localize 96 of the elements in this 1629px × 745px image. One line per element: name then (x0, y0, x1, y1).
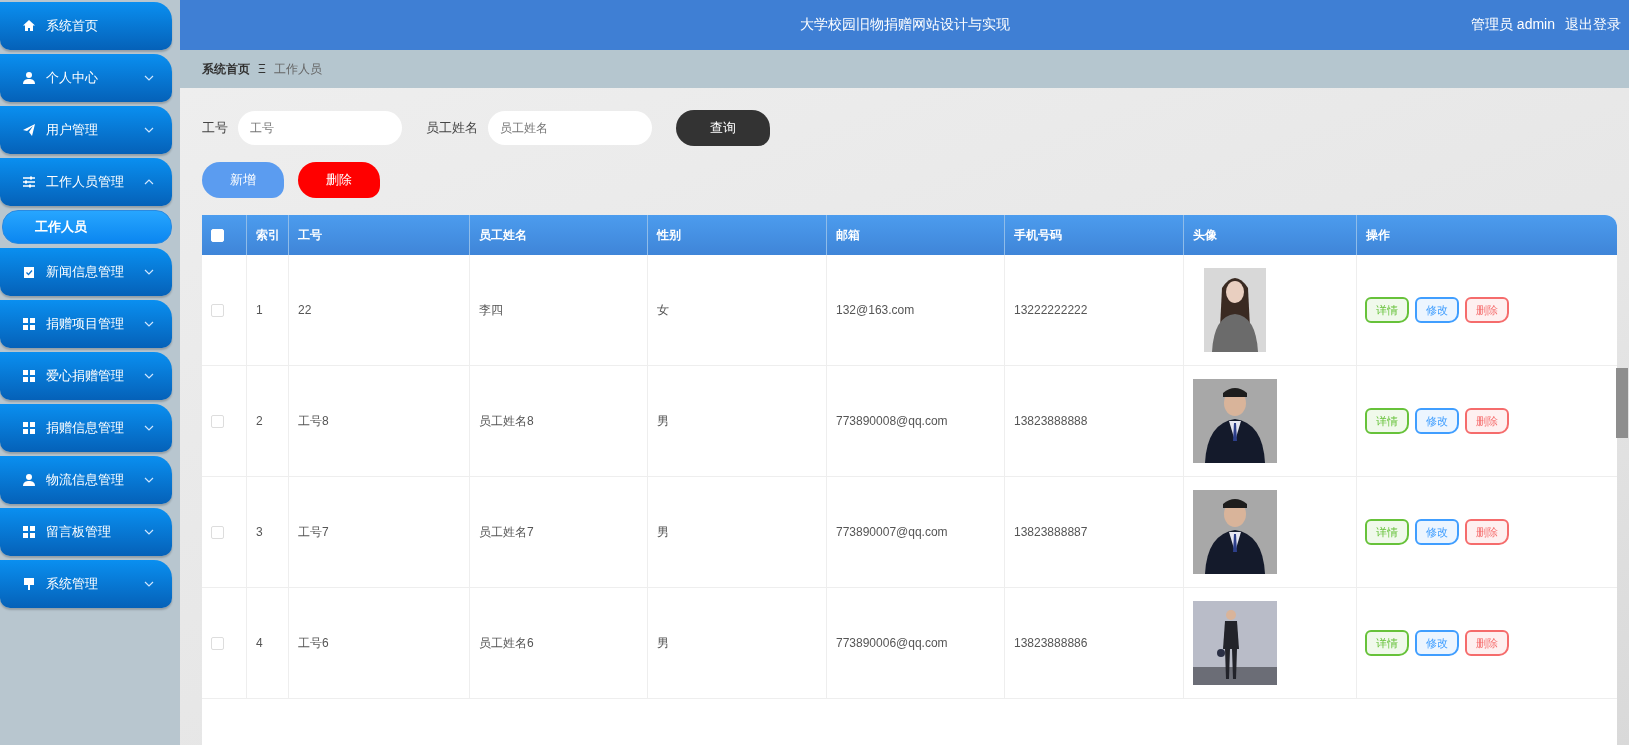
table-cell: 男 (647, 588, 826, 698)
sidebar-item[interactable]: 工作人员管理 (0, 158, 172, 206)
table-cell: 22 (288, 255, 469, 365)
grid-icon (22, 421, 36, 435)
delete-button[interactable]: 删除 (1465, 408, 1509, 434)
chevron-up-icon (144, 179, 154, 185)
edit-button[interactable]: 修改 (1415, 297, 1459, 323)
grid-icon (22, 317, 36, 331)
chevron-down-icon (144, 75, 154, 81)
table-cell: 男 (647, 366, 826, 476)
paper-plane-icon (22, 123, 36, 137)
chevron-down-icon (144, 529, 154, 535)
sidebar-item[interactable]: 捐赠项目管理 (0, 300, 172, 348)
table-cell: 13823888887 (1004, 477, 1183, 587)
row-checkbox[interactable] (211, 303, 224, 317)
table-cell: 13823888888 (1004, 366, 1183, 476)
breadcrumb-link[interactable]: 系统首页 (202, 60, 250, 78)
column-header: 员工姓名 (469, 215, 647, 255)
column-header: 邮箱 (826, 215, 1004, 255)
search-field[interactable]: 工号 (238, 111, 402, 145)
chevron-down-icon (144, 425, 154, 431)
sidebar-item[interactable]: 系统首页 (0, 2, 172, 50)
index-cell: 1 (246, 255, 288, 365)
detail-button[interactable]: 详情 (1365, 519, 1409, 545)
sidebar-item[interactable]: 新闻信息管理 (0, 248, 172, 296)
sidebar-subitem[interactable]: 工作人员 (2, 210, 172, 244)
search-field[interactable]: 员工姓名 (488, 111, 652, 145)
field-label: 工号 (202, 119, 228, 137)
site-title: 大学校园旧物捐赠网站设计与实现 (799, 16, 1012, 34)
table-cell: 773890007@qq.com (826, 477, 1004, 587)
index-cell: 3 (246, 477, 288, 587)
column-header: 性别 (647, 215, 826, 255)
column-header: 操作 (1356, 215, 1617, 255)
chevron-down-icon (144, 477, 154, 483)
table-cell: 员工姓名6 (469, 588, 647, 698)
table-cell: 员工姓名7 (469, 477, 647, 587)
delete-button[interactable]: 删除 (1465, 519, 1509, 545)
user-icon (22, 71, 36, 85)
search-button[interactable]: 查询 (676, 110, 770, 146)
column-header: 索引 (246, 215, 288, 255)
table-cell: 员工姓名8 (469, 366, 647, 476)
sidebar-item[interactable]: 用户管理 (0, 106, 172, 154)
scrollbar-thumb[interactable] (1616, 368, 1628, 438)
row-checkbox[interactable] (211, 636, 224, 650)
delete-button[interactable]: 删除 (298, 162, 380, 198)
chevron-down-icon (144, 581, 154, 587)
column-header: 手机号码 (1004, 215, 1183, 255)
table-cell: 13222222222 (1004, 255, 1183, 365)
select-all-checkbox[interactable] (211, 228, 224, 242)
row-checkbox[interactable] (211, 525, 224, 539)
chevron-down-icon (144, 127, 154, 133)
field-label: 员工姓名 (426, 119, 478, 137)
delete-button[interactable]: 删除 (1465, 630, 1509, 656)
table-cell: 工号6 (288, 588, 469, 698)
detail-button[interactable]: 详情 (1365, 408, 1409, 434)
table-cell: 773890008@qq.com (826, 366, 1004, 476)
home-icon (22, 19, 36, 33)
table-cell: 李四 (469, 255, 647, 365)
delete-button[interactable]: 删除 (1465, 297, 1509, 323)
column-header: 头像 (1183, 215, 1356, 255)
sidebar-item[interactable]: 爱心捐赠管理 (0, 352, 172, 400)
add-button[interactable]: 新增 (202, 162, 284, 198)
sliders-icon (22, 175, 36, 189)
table-cell: 男 (647, 477, 826, 587)
table-cell: 工号8 (288, 366, 469, 476)
sidebar-item[interactable]: 个人中心 (0, 54, 172, 102)
edit-button[interactable]: 修改 (1415, 630, 1459, 656)
sidebar-item[interactable]: 物流信息管理 (0, 456, 172, 504)
detail-button[interactable]: 详情 (1365, 630, 1409, 656)
grid-icon (22, 369, 36, 383)
user-label: 管理员 admin (1470, 16, 1555, 34)
chevron-down-icon (144, 321, 154, 327)
index-cell: 4 (246, 588, 288, 698)
detail-button[interactable]: 详情 (1365, 297, 1409, 323)
brush-icon (22, 577, 36, 591)
breadcrumb-separator: Ξ (258, 62, 266, 76)
table-cell: 773890006@qq.com (826, 588, 1004, 698)
table-cell: 女 (647, 255, 826, 365)
logout-link[interactable]: 退出登录 (1565, 16, 1621, 34)
chevron-down-icon (144, 269, 154, 275)
sidebar-item[interactable]: 留言板管理 (0, 508, 172, 556)
user-icon (22, 473, 36, 487)
grid-icon (22, 525, 36, 539)
edit-button[interactable]: 修改 (1415, 519, 1459, 545)
table-cell: 13823888886 (1004, 588, 1183, 698)
chevron-down-icon (144, 373, 154, 379)
edit-button[interactable]: 修改 (1415, 408, 1459, 434)
index-cell: 2 (246, 366, 288, 476)
sidebar-item[interactable]: 捐赠信息管理 (0, 404, 172, 452)
breadcrumb-current: 工作人员 (273, 60, 322, 78)
clipboard-check-icon (22, 265, 36, 279)
column-header: 工号 (288, 215, 469, 255)
sidebar-item[interactable]: 系统管理 (0, 560, 172, 608)
row-checkbox[interactable] (211, 414, 224, 428)
table-cell: 132@163.com (826, 255, 1004, 365)
table-cell: 工号7 (288, 477, 469, 587)
